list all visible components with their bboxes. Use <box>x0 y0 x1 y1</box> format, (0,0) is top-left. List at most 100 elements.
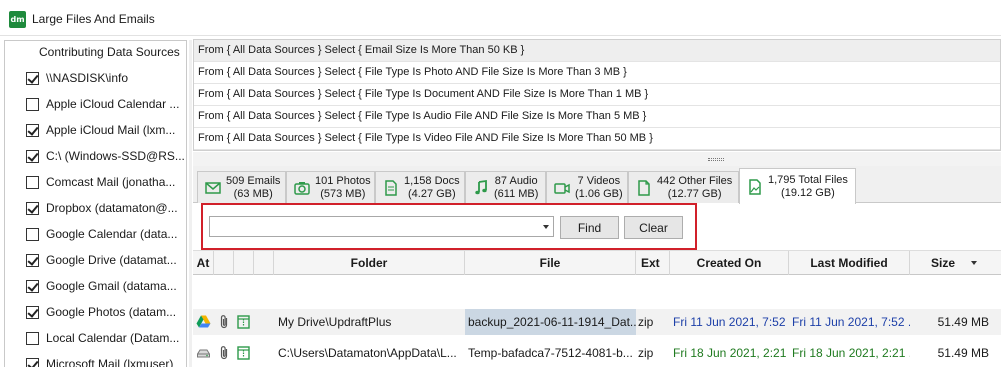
data-source-item[interactable]: Local Calendar (Datam... <box>5 325 186 351</box>
tab-docs[interactable]: 1,158 Docs (4.27 GB) <box>375 171 465 203</box>
data-source-label: Google Gmail (datama... <box>46 279 177 293</box>
tab-size: (1.06 GB) <box>575 187 623 200</box>
splitter-grip-icon <box>708 158 724 161</box>
data-source-label: Microsoft Mail (lxmuser) <box>46 357 174 367</box>
query-row[interactable]: From { All Data Sources } Select { File … <box>194 84 1000 106</box>
table-row[interactable]: My Drive\UpdraftPlus backup_2021-06-11-1… <box>193 309 1001 335</box>
column-header-blank[interactable] <box>254 251 274 275</box>
data-source-checkbox[interactable] <box>26 305 39 319</box>
local-disk-icon <box>197 349 210 358</box>
cell-folder: My Drive\UpdraftPlus <box>278 315 392 329</box>
data-source-checkbox[interactable] <box>26 201 39 215</box>
data-sources-panel: Contributing Data Sources \\NASDISK\info… <box>4 40 187 367</box>
data-source-item[interactable]: Apple iCloud Calendar ... <box>5 91 186 117</box>
data-source-item[interactable]: Dropbox (datamaton@... <box>5 195 186 221</box>
column-header-folder[interactable]: Folder <box>274 251 465 275</box>
data-source-checkbox[interactable] <box>26 227 39 241</box>
archive-icon <box>237 315 250 329</box>
data-source-checkbox[interactable] <box>26 149 39 163</box>
find-button[interactable]: Find <box>560 216 619 239</box>
column-header-created-on[interactable]: Created On <box>670 251 789 275</box>
cell-created-on: Fri 11 Jun 2021, 7:52 ... <box>673 315 789 329</box>
query-row[interactable]: From { All Data Sources } Select { File … <box>194 106 1000 128</box>
data-source-label: Dropbox (datamaton@... <box>46 201 178 215</box>
data-sources-list: \\NASDISK\info Apple iCloud Calendar ... A… <box>5 65 186 367</box>
data-source-item[interactable]: Apple iCloud Mail (lxm... <box>5 117 186 143</box>
column-header-ext[interactable]: Ext <box>636 251 670 275</box>
tab-emails[interactable]: 509 Emails (63 MB) <box>197 171 286 203</box>
tab-audio[interactable]: 87 Audio (611 MB) <box>465 171 546 203</box>
tab-size: (19.12 GB) <box>781 186 835 199</box>
horizontal-splitter[interactable] <box>193 152 1001 166</box>
data-source-checkbox[interactable] <box>26 71 39 85</box>
query-row[interactable]: From { All Data Sources } Select { File … <box>194 62 1000 84</box>
data-source-item[interactable]: Google Calendar (data... <box>5 221 186 247</box>
image-file-icon <box>749 178 761 195</box>
data-source-checkbox[interactable] <box>26 357 39 367</box>
chevron-down-icon[interactable] <box>543 225 549 229</box>
vertical-splitter[interactable] <box>189 40 192 367</box>
column-header-at[interactable]: At <box>193 251 214 275</box>
tab-other-files[interactable]: 442 Other Files (12.77 GB) <box>628 171 739 203</box>
data-source-checkbox[interactable] <box>26 123 39 137</box>
data-source-label: Local Calendar (Datam... <box>46 331 180 345</box>
tab-size: (12.77 GB) <box>667 187 722 200</box>
title-bar: dm Large Files And Emails <box>0 0 1001 36</box>
data-source-label: Apple iCloud Calendar ... <box>46 97 180 111</box>
tab-videos[interactable]: 7 Videos (1.06 GB) <box>546 171 628 203</box>
cell-ext: zip <box>638 315 654 329</box>
data-source-checkbox[interactable] <box>26 253 39 267</box>
cell-last-modified: Fri 18 Jun 2021, 2:21 ... <box>792 346 910 360</box>
cell-folder: C:\Users\Datamaton\AppData\L... <box>278 346 457 360</box>
tab-photos[interactable]: 101 Photos (573 MB) <box>286 171 375 203</box>
data-source-item[interactable]: Comcast Mail (jonatha... <box>5 169 186 195</box>
column-header-attach[interactable] <box>214 251 234 275</box>
column-header-size[interactable]: Size <box>910 251 993 275</box>
tab-size: (4.27 GB) <box>407 187 456 200</box>
column-header-last-modified[interactable]: Last Modified <box>789 251 910 275</box>
tab-label: 509 Emails <box>226 174 281 187</box>
data-source-label: Google Drive (datamat... <box>46 253 177 267</box>
tab-size: (63 MB) <box>233 187 273 200</box>
data-source-item[interactable]: \\NASDISK\info <box>5 65 186 91</box>
envelope-icon <box>205 181 221 194</box>
column-header-type[interactable] <box>234 251 254 275</box>
search-panel: Find Clear <box>201 203 697 250</box>
column-header-file[interactable]: File <box>465 251 636 275</box>
data-source-checkbox[interactable] <box>26 331 39 345</box>
data-source-checkbox[interactable] <box>26 97 39 111</box>
file-icon <box>638 179 650 196</box>
data-source-item[interactable]: Google Photos (datam... <box>5 299 186 325</box>
cell-created-on: Fri 18 Jun 2021, 2:21 ... <box>673 346 789 360</box>
sort-descending-icon <box>971 261 977 265</box>
tab-size: (611 MB) <box>494 187 539 200</box>
data-source-checkbox[interactable] <box>26 175 39 189</box>
data-source-label: Google Calendar (data... <box>46 227 178 241</box>
data-source-item[interactable]: Google Drive (datamat... <box>5 247 186 273</box>
query-list: From { All Data Sources } Select { Email… <box>193 39 1001 151</box>
cell-size: 51.49 MB <box>937 346 989 360</box>
tab-label: 7 Videos <box>577 174 621 187</box>
paperclip-icon <box>220 315 228 329</box>
search-combo-input[interactable] <box>209 216 554 237</box>
cell-last-modified: Fri 11 Jun 2021, 7:52 ... <box>792 315 910 329</box>
data-source-item[interactable]: Google Gmail (datama... <box>5 273 186 299</box>
query-row[interactable]: From { All Data Sources } Select { File … <box>194 128 1000 150</box>
tab-label: 1,795 Total Files <box>768 173 848 186</box>
data-source-item[interactable]: Microsoft Mail (lxmuser) <box>5 351 186 367</box>
data-sources-header: Contributing Data Sources <box>39 45 180 59</box>
column-header-size-label: Size <box>931 256 956 270</box>
clear-button[interactable]: Clear <box>624 216 683 239</box>
table-row[interactable]: C:\Users\Datamaton\AppData\L... Temp-baf… <box>193 340 1001 366</box>
data-source-label: Apple iCloud Mail (lxm... <box>46 123 176 137</box>
data-source-item[interactable]: C:\ (Windows-SSD@RS... <box>5 143 186 169</box>
data-source-label: Google Photos (datam... <box>46 305 177 319</box>
data-source-label: \\NASDISK\info <box>46 71 129 85</box>
query-row[interactable]: From { All Data Sources } Select { Email… <box>194 40 1000 62</box>
video-camera-icon <box>554 182 570 194</box>
cell-file: backup_2021-06-11-1914_Dat... <box>465 309 636 335</box>
google-drive-icon <box>196 315 211 328</box>
tab-total-files[interactable]: 1,795 Total Files (19.12 GB) <box>739 168 856 204</box>
category-tabs: 509 Emails (63 MB) 101 Photos (573 MB) 1,1… <box>193 166 1001 204</box>
data-source-checkbox[interactable] <box>26 279 39 293</box>
